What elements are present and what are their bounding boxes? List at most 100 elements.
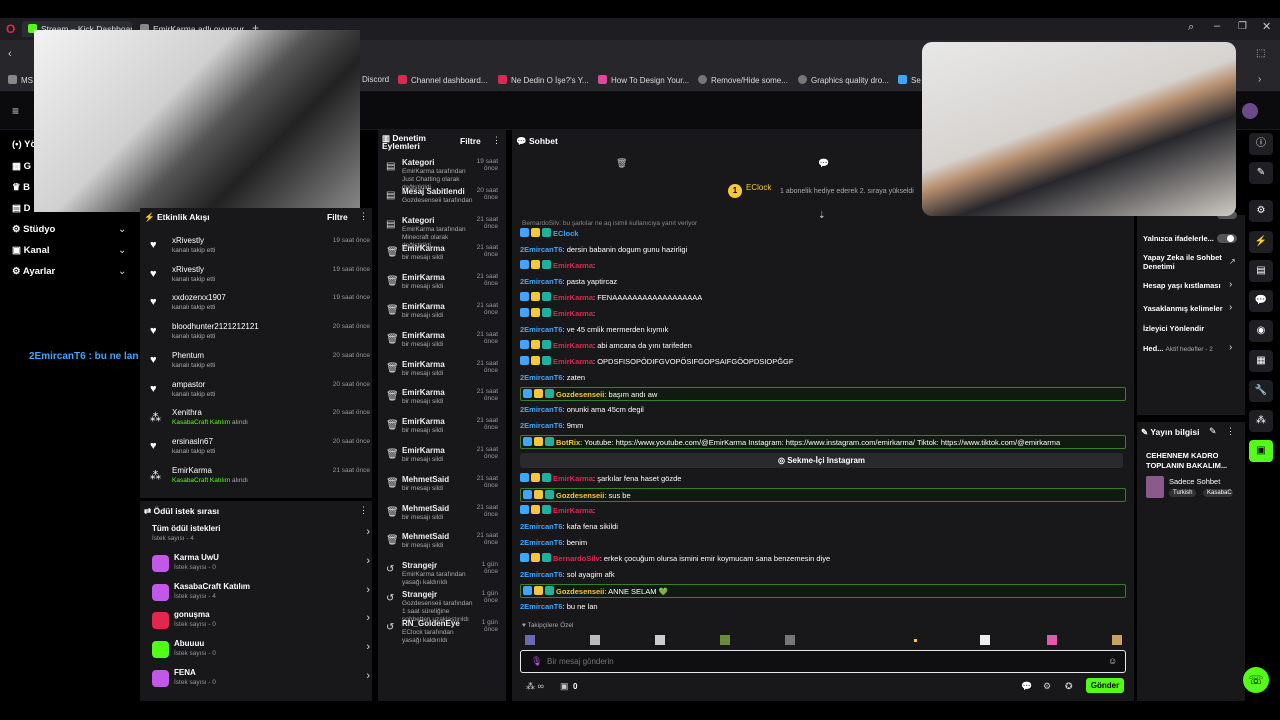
chat-username[interactable]: BernardoSilv xyxy=(553,554,600,563)
chat-username[interactable]: EmirKarma xyxy=(553,474,593,483)
reward-item[interactable]: Abuuuu İstek sayısı - 0 › xyxy=(148,638,370,666)
emoji-icon[interactable]: ☺ xyxy=(1108,656,1117,666)
chevron-down-icon[interactable]: ⌄ xyxy=(118,266,126,277)
more-icon[interactable]: ⋮ xyxy=(359,211,368,222)
nav-studio[interactable]: ⚙ Stüdyo xyxy=(12,224,55,235)
chevron-down-icon[interactable]: ⌄ xyxy=(118,245,126,256)
modlog-item[interactable]: 🗑 EmirKarma bir mesajı sildi 21 saat önce xyxy=(378,331,502,360)
setting-redirect-viewers[interactable]: İzleyici Yönlendir xyxy=(1143,324,1239,333)
bookmarks-more-icon[interactable]: › xyxy=(1258,74,1261,85)
stream-category[interactable]: Sadece Sohbet xyxy=(1169,477,1220,486)
bolt-icon[interactable]: ⚡ xyxy=(1249,231,1273,253)
nav-channel[interactable]: ▣ Kanal xyxy=(12,245,50,256)
activity-user[interactable]: xxdozerxx1907 xyxy=(172,293,226,302)
extensions-icon[interactable]: ⬚ xyxy=(1256,48,1265,59)
external-link-icon[interactable]: ↗ xyxy=(1229,257,1236,266)
search-tabs-icon[interactable]: ⌕ xyxy=(1188,21,1194,34)
activity-user[interactable]: bloodhunter2121212121 xyxy=(172,322,259,331)
toggle-switch[interactable] xyxy=(1217,234,1237,243)
modlog-filter-button[interactable]: Filtre xyxy=(460,136,481,146)
emote-icon[interactable] xyxy=(1047,635,1057,645)
chat-message[interactable]: 2EmircanT6: benim xyxy=(520,536,1126,550)
more-icon[interactable]: ⋮ xyxy=(359,505,368,516)
chevron-right-icon[interactable]: › xyxy=(366,670,370,682)
emote-icon[interactable] xyxy=(525,635,535,645)
chat-username[interactable]: Gozdesenseii xyxy=(556,587,604,596)
chat-message[interactable]: EmirKarma: abi amcana da yını tarifeden xyxy=(520,339,1126,353)
chat-username[interactable]: Gozdesenseii xyxy=(556,491,604,500)
gear-icon[interactable]: ⚙ xyxy=(1043,681,1051,692)
bookmark-remove-hide[interactable]: Remove/Hide some... xyxy=(698,75,788,85)
chat-message[interactable]: BernardoSilv: erkek çocuğum olursa ismin… xyxy=(520,552,1126,566)
modlog-item[interactable]: ↺ Strangejr EmirKarma tarafından yasağı ka… xyxy=(378,561,502,590)
nav-settings[interactable]: ⚙ Ayarlar xyxy=(12,266,55,277)
chevron-right-icon[interactable]: › xyxy=(1229,279,1232,290)
bookmark-discord[interactable]: Discord xyxy=(362,75,389,84)
chevron-right-icon[interactable]: › xyxy=(366,612,370,624)
more-icon[interactable]: ⋮ xyxy=(492,135,501,146)
setting-account-age[interactable]: Hesap yaşı kıstlaması xyxy=(1143,281,1239,290)
trash-icon[interactable]: 🗑 xyxy=(616,158,627,169)
modlog-item[interactable]: 🗑 EmirKarma bir mesajı sildi 21 saat önce xyxy=(378,446,502,475)
emote-icon[interactable] xyxy=(914,639,917,642)
chat-message[interactable]: EmirKarma: şarkılar fena haset gözde xyxy=(520,472,1126,486)
badge-icon[interactable]: ✪ xyxy=(1065,681,1073,692)
bot-icon[interactable]: ▣ xyxy=(1249,440,1273,462)
minimize-icon[interactable]: – xyxy=(1214,20,1220,32)
activity-item[interactable]: ⁂ EmirKarma KasabaCraft Katılım alındı 21 s… xyxy=(148,466,370,494)
activity-user[interactable]: xRivestly xyxy=(172,236,204,245)
chevron-right-icon[interactable]: › xyxy=(366,641,370,653)
chevron-right-icon[interactable]: › xyxy=(1229,342,1232,353)
channel-points-icon[interactable]: ⁂ ∞ xyxy=(526,681,544,692)
chat-message[interactable]: 2EmircanT6: pasta yaptircaz xyxy=(520,275,1126,289)
setting-banned-words[interactable]: Yasaklanmış kelimeler xyxy=(1143,304,1239,313)
activity-item[interactable]: ♥ ampastor kanalı takip etti 20 saat önce xyxy=(148,380,370,408)
modlog-item[interactable]: 🗑 EmirKarma bir mesajı sildi 21 saat önce xyxy=(378,244,502,273)
chat-username[interactable]: 2EmircanT6 xyxy=(520,405,563,414)
activity-item[interactable]: ⁂ Xenithra KasabaCraft Katılım alındı 20 sa… xyxy=(148,408,370,436)
chat-message[interactable]: EmirKarma: OPDSFISOPÖDIFGVOPÖSIFGOPSAIFG… xyxy=(520,355,1126,369)
activity-user[interactable]: EmirKarma xyxy=(172,466,212,475)
close-window-icon[interactable]: ✕ xyxy=(1262,20,1271,33)
chat-message[interactable]: Gozdesenseii: sus be xyxy=(520,488,1126,502)
bookmark-ne-dedin[interactable]: Ne Dedin O İşe?'s Y... xyxy=(498,75,589,85)
chat-username[interactable]: BotRix xyxy=(556,438,580,447)
chat-message[interactable]: EmirKarma: xyxy=(520,259,1126,273)
activity-filter-button[interactable]: Filtre xyxy=(327,212,348,222)
chat-username[interactable]: 2EmircanT6 xyxy=(520,421,563,430)
chat-message[interactable]: EmirKarma: xyxy=(520,504,1126,518)
nav-item-4[interactable]: ▤ D xyxy=(12,203,31,214)
chevron-right-icon[interactable]: › xyxy=(366,555,370,567)
chat-username[interactable]: 2EmircanT6 xyxy=(520,325,563,334)
nav-item-1[interactable]: (•) Yö xyxy=(12,139,36,150)
activity-item[interactable]: ♥ xRivestly kanalı takip etti 19 saat önce xyxy=(148,265,370,293)
activity-user[interactable]: ampastor xyxy=(172,380,205,389)
chat-message[interactable]: 2EmircanT6: sol ayagim afk xyxy=(520,568,1126,582)
modlog-item[interactable]: 🗑 EmirKarma bir mesajı sildi 21 saat önce xyxy=(378,273,502,302)
send-button[interactable]: Gönder xyxy=(1086,678,1124,693)
nodes-icon[interactable]: ⁂ xyxy=(1249,410,1273,432)
chat-message[interactable]: 2EmircanT6: zaten xyxy=(520,371,1126,385)
tag-badge[interactable]: KasabaC xyxy=(1203,489,1233,497)
chat-message[interactable]: 2EmircanT6: bu ne lan xyxy=(520,600,1126,614)
emote-icon[interactable] xyxy=(720,635,730,645)
activity-item[interactable]: ♥ ersinasln67 kanalı takip etti 20 saat önc… xyxy=(148,437,370,465)
maximize-icon[interactable]: ❐ xyxy=(1238,21,1247,32)
chevron-right-icon[interactable]: › xyxy=(366,526,370,538)
wrench-icon[interactable]: 🔧 xyxy=(1249,380,1273,402)
list-icon[interactable]: ▤ xyxy=(1249,260,1273,282)
hamburger-menu-icon[interactable]: ≡ xyxy=(12,104,19,118)
modlog-item[interactable]: 🗑 MehmetSaid bir mesajı sildi 21 saat önce xyxy=(378,475,502,504)
chat-input[interactable] xyxy=(547,654,1087,669)
pencil-icon[interactable]: ✎ xyxy=(1249,162,1273,184)
chat-username[interactable]: EmirKarma xyxy=(553,506,593,515)
chat-message[interactable]: 2EmircanT6: dersin babanin dogum gunu ha… xyxy=(520,243,1126,257)
chat-username[interactable]: 2EmircanT6 xyxy=(520,373,563,382)
mic-icon[interactable]: 🎙 xyxy=(531,656,542,667)
chat-username[interactable]: 2EmircanT6 xyxy=(520,277,563,286)
modlog-item[interactable]: 🗑 MehmetSaid bir mesajı sildi 21 saat önce xyxy=(378,532,502,561)
chat-username[interactable]: 2EmircanT6 xyxy=(520,245,563,254)
instagram-tab-button[interactable]: ◎ Sekme-İçi Instagram xyxy=(520,453,1123,468)
activity-user[interactable]: ersinasln67 xyxy=(172,437,213,446)
activity-item[interactable]: ♥ bloodhunter2121212121 kanalı takip etti 2… xyxy=(148,322,370,350)
